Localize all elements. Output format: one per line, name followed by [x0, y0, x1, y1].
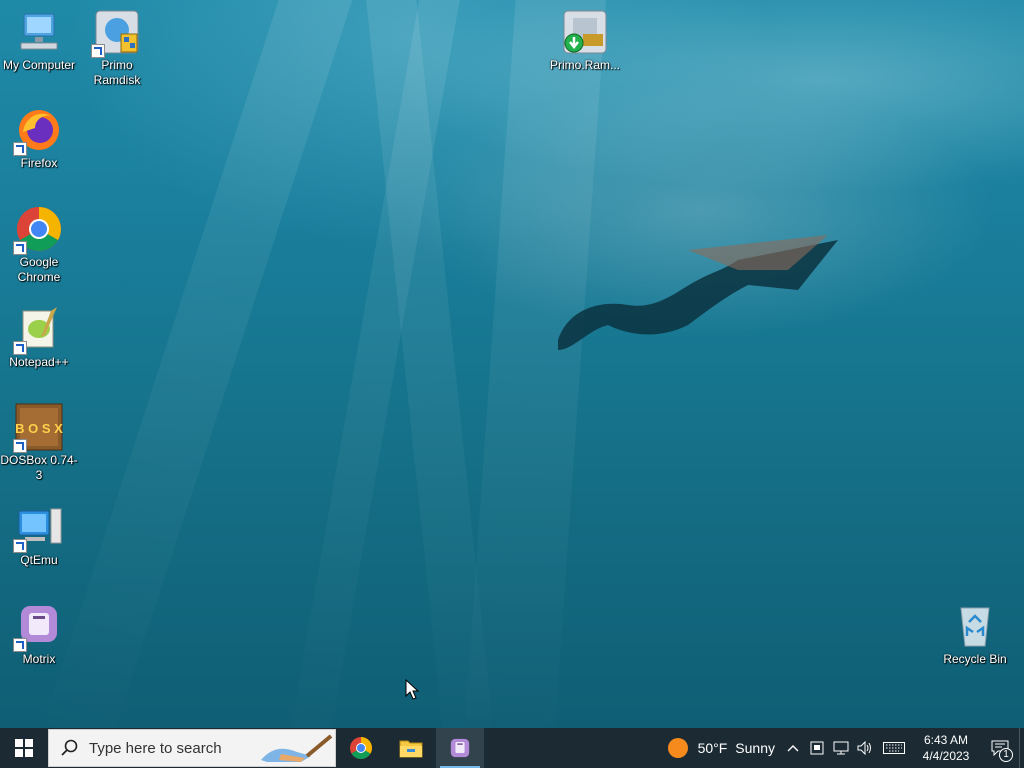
weather-temperature: 50°F: [697, 740, 728, 756]
desktop-icon-qtemu[interactable]: QtEmu: [0, 503, 78, 568]
shortcut-arrow-icon: [13, 142, 27, 156]
recycle-bin-icon: [951, 602, 999, 650]
desktop-icon-label: Recycle Bin: [943, 652, 1007, 666]
file-explorer-icon: [399, 740, 423, 758]
desktop-icon-firefox[interactable]: Firefox: [0, 106, 78, 171]
tray-ramdisk[interactable]: [805, 728, 829, 768]
chrome-icon: [350, 737, 372, 759]
desktop-icon-label: My Computer: [2, 58, 76, 72]
shortcut-arrow-icon: [13, 539, 27, 553]
motrix-icon: [13, 602, 63, 652]
desktop-icon-primo-ram-file[interactable]: Primo.Ram...: [546, 8, 624, 73]
tray-network[interactable]: [829, 728, 853, 768]
action-center-button[interactable]: 1: [981, 728, 1019, 768]
desktop-icon-label: Firefox: [20, 156, 58, 170]
chrome-icon: [13, 205, 63, 255]
light-ray: [460, 0, 610, 728]
desktop-icon-recycle-bin[interactable]: Recycle Bin: [936, 602, 1014, 667]
weather-condition: Sunny: [735, 740, 775, 756]
tray-touch-keyboard[interactable]: [877, 728, 911, 768]
mouse-cursor-icon: [405, 679, 419, 700]
qtemu-icon: [13, 503, 63, 553]
firefox-icon: [13, 106, 63, 156]
shortcut-arrow-icon: [91, 44, 105, 58]
desktop-icon-primo-ramdisk[interactable]: Primo Ramdisk: [78, 8, 156, 88]
primo-ramdisk-icon: [91, 8, 141, 58]
desktop-icon-dosbox[interactable]: B O S X DOSBox 0.74-3: [0, 403, 78, 483]
desktop-icon-motrix[interactable]: Motrix: [0, 602, 78, 667]
search-icon: [61, 739, 78, 756]
network-icon: [833, 741, 849, 755]
primo-ram-file-icon: [561, 8, 609, 56]
taskbar-app-motrix[interactable]: [436, 728, 484, 768]
sun-icon: [667, 738, 688, 758]
desktop-icon-label: Motrix: [22, 652, 56, 666]
show-hidden-icons-button[interactable]: [781, 728, 805, 768]
tray-volume[interactable]: [853, 728, 877, 768]
dosbox-glyph-text: B O S X: [15, 421, 63, 436]
ramdisk-tray-icon: [810, 741, 824, 755]
desktop-icon-label: Google Chrome: [17, 255, 61, 284]
speaker-icon: [857, 741, 871, 755]
desktop-icon-label: Primo Ramdisk: [93, 58, 141, 87]
shortcut-arrow-icon: [13, 241, 27, 255]
clock-time: 6:43 AM: [923, 733, 969, 747]
search-highlight-brush-icon: [261, 734, 333, 762]
desktop-icon-my-computer[interactable]: My Computer: [0, 8, 78, 73]
desktop-icon-label: Notepad++: [9, 355, 69, 369]
shortcut-arrow-icon: [13, 341, 27, 355]
desktop-icon-label: QtEmu: [20, 553, 58, 567]
taskbar-search-box[interactable]: Type here to search: [48, 729, 336, 767]
taskbar-app-chrome[interactable]: [336, 728, 386, 768]
taskbar-app-file-explorer[interactable]: [386, 728, 436, 768]
start-button[interactable]: [0, 728, 48, 768]
desktop-wallpaper: My Computer Firefox Google Chrome Notepa…: [0, 0, 1024, 728]
show-desktop-button[interactable]: [1019, 728, 1024, 768]
windows-start-icon: [15, 739, 33, 757]
desktop-icon-google-chrome[interactable]: Google Chrome: [0, 205, 78, 285]
taskbar: Type here to search 50°F Sunny 6:43 AM 4…: [0, 728, 1024, 768]
desktop-icon-label: Primo.Ram...: [549, 58, 620, 72]
search-placeholder: Type here to search: [89, 739, 222, 757]
shortcut-arrow-icon: [13, 638, 27, 652]
dosbox-icon: B O S X: [13, 403, 63, 453]
shortcut-arrow-icon: [13, 439, 27, 453]
clock-date: 4/4/2023: [922, 749, 970, 763]
taskbar-clock[interactable]: 6:43 AM 4/4/2023: [911, 728, 981, 768]
keyboard-icon: [883, 742, 905, 754]
desktop-icon-notepad-plus-plus[interactable]: Notepad++: [0, 305, 78, 370]
motrix-icon: [450, 738, 470, 758]
diver-silhouette: [558, 235, 838, 350]
computer-icon: [15, 8, 63, 56]
chevron-up-icon: [787, 745, 799, 752]
desktop-icon-label: DOSBox 0.74-3: [0, 453, 78, 482]
notepad-plus-plus-icon: [13, 305, 63, 355]
notification-count-badge: 1: [999, 748, 1013, 762]
weather-widget[interactable]: 50°F Sunny: [661, 728, 781, 768]
